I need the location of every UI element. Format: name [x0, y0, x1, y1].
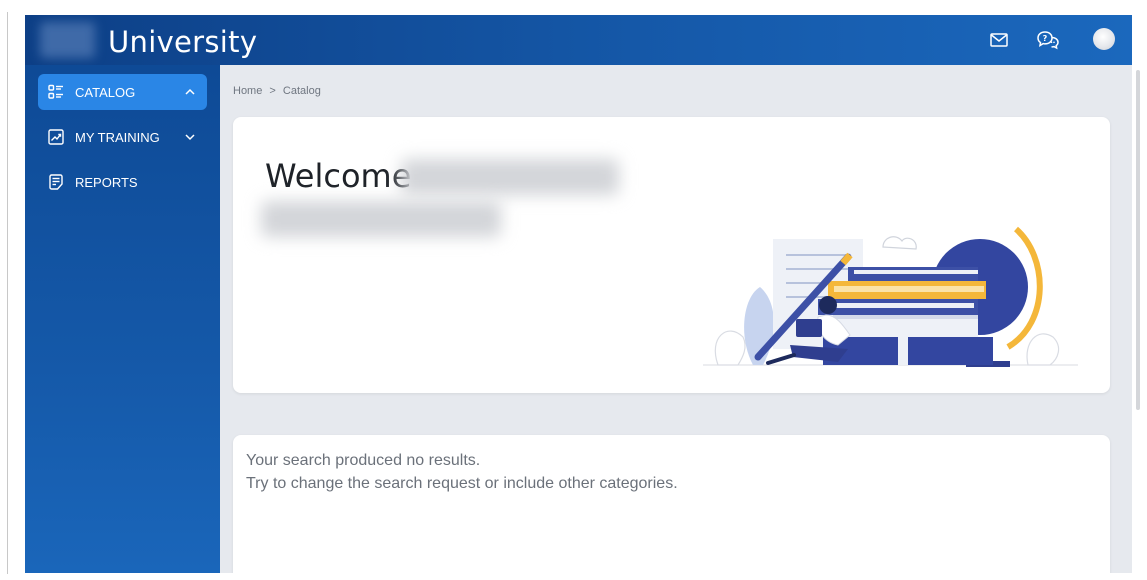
- logo[interactable]: [40, 22, 95, 58]
- catalog-list-icon: [46, 82, 66, 102]
- document-icon: [46, 172, 66, 192]
- window-edge: [7, 12, 8, 574]
- redacted-title-text: [401, 159, 619, 195]
- sidebar-item-my-training[interactable]: MY TRAINING: [38, 119, 207, 155]
- screen: University ? CATALOG MY TRAINING REPORTS…: [0, 0, 1147, 580]
- sidebar-item-label: REPORTS: [75, 174, 138, 190]
- svg-text:?: ?: [1043, 34, 1048, 43]
- search-results-panel: Your search produced no results. Try to …: [233, 435, 1110, 573]
- breadcrumb: Home > Catalog: [233, 85, 321, 97]
- welcome-title: Welcome: [265, 157, 412, 195]
- learning-illustration: [703, 226, 1078, 367]
- main-content: Home > Catalog Welcome Your search produ…: [220, 65, 1132, 573]
- help-chat-icon[interactable]: ?: [1036, 28, 1060, 52]
- chevron-up-icon: [185, 88, 195, 95]
- redacted-subtitle-text: [261, 201, 501, 237]
- breadcrumb-separator: >: [269, 85, 276, 97]
- sidebar-item-reports[interactable]: REPORTS: [38, 164, 207, 200]
- brand-title: University: [108, 25, 258, 59]
- avatar[interactable]: [1093, 28, 1115, 50]
- welcome-banner: Welcome: [233, 117, 1110, 393]
- chart-trend-icon: [46, 127, 66, 147]
- no-results-message: Your search produced no results.: [246, 452, 481, 469]
- sidebar-item-catalog[interactable]: CATALOG: [38, 74, 207, 110]
- app-window: University ? CATALOG MY TRAINING REPORTS…: [25, 15, 1132, 573]
- top-bar: University ?: [25, 15, 1132, 65]
- breadcrumb-home[interactable]: Home: [233, 85, 262, 97]
- sidebar-item-label: MY TRAINING: [75, 129, 160, 145]
- sidebar-item-label: CATALOG: [75, 84, 136, 100]
- no-results-hint: Try to change the search request or incl…: [246, 475, 678, 492]
- breadcrumb-current: Catalog: [282, 85, 321, 97]
- sidebar: CATALOG MY TRAINING REPORTS: [25, 65, 220, 573]
- mail-icon[interactable]: [987, 28, 1011, 52]
- page-scrollbar[interactable]: [1136, 70, 1140, 410]
- chevron-down-icon: [185, 134, 195, 141]
